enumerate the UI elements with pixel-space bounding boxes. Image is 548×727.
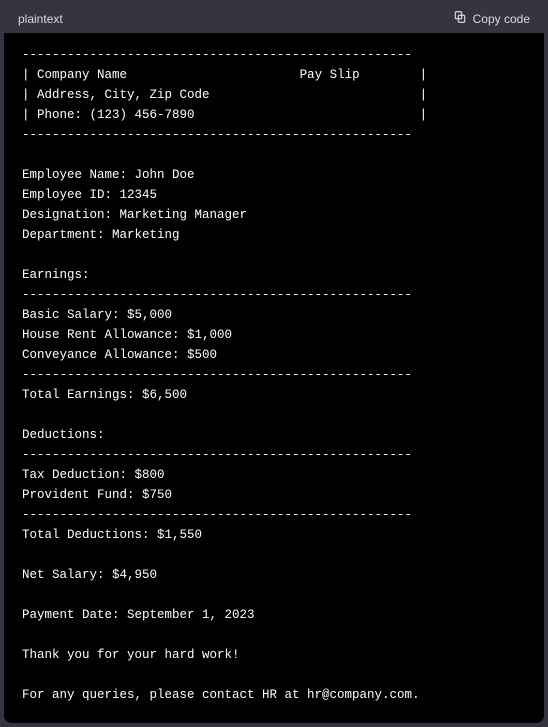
line: Provident Fund: [22, 488, 127, 502]
earnings-heading: Earnings:: [22, 268, 90, 282]
employee-id: 12345: [120, 188, 158, 202]
line: Tax Deduction: [22, 468, 120, 482]
thank-you: Thank you for your hard work!: [22, 648, 240, 662]
net-salary-label: Net Salary: [22, 568, 97, 582]
payment-date: September 1, 2023: [127, 608, 255, 622]
company-address: Address, City, Zip Code: [37, 88, 210, 102]
line: Basic Salary: [22, 308, 112, 322]
hr: ----------------------------------------…: [22, 368, 412, 382]
employee-name-label: Employee Name: [22, 168, 120, 182]
amount: $1,000: [187, 328, 232, 342]
deductions-heading: Deductions:: [22, 428, 105, 442]
code-block-header: plaintext Copy code: [4, 4, 544, 33]
contact-line: For any queries, please contact HR at hr…: [22, 688, 420, 702]
amount: $800: [135, 468, 165, 482]
copy-code-button[interactable]: Copy code: [453, 10, 530, 27]
hr: ----------------------------------------…: [22, 48, 412, 62]
total-deductions: $1,550: [157, 528, 202, 542]
code-content: ----------------------------------------…: [4, 33, 544, 723]
amount: $750: [142, 488, 172, 502]
amount: $500: [187, 348, 217, 362]
amount: $5,000: [127, 308, 172, 322]
line: Conveyance Allowance: [22, 348, 172, 362]
copy-code-label: Copy code: [473, 12, 530, 26]
total-deductions-label: Total Deductions: [22, 528, 142, 542]
total-earnings: $6,500: [142, 388, 187, 402]
clipboard-icon: [453, 10, 467, 27]
hr: ----------------------------------------…: [22, 128, 412, 142]
department-label: Department: [22, 228, 97, 242]
company-phone: Phone: (123) 456-7890: [37, 108, 195, 122]
line: House Rent Allowance: [22, 328, 172, 342]
hr: ----------------------------------------…: [22, 288, 412, 302]
hr: ----------------------------------------…: [22, 508, 412, 522]
document-title: Pay Slip: [300, 68, 360, 82]
hr: ----------------------------------------…: [22, 448, 412, 462]
employee-id-label: Employee ID: [22, 188, 105, 202]
total-earnings-label: Total Earnings: [22, 388, 127, 402]
employee-name: John Doe: [135, 168, 195, 182]
designation-label: Designation: [22, 208, 105, 222]
department: Marketing: [112, 228, 180, 242]
designation: Marketing Manager: [120, 208, 248, 222]
company-name: Company Name: [37, 68, 127, 82]
payment-date-label: Payment Date: [22, 608, 112, 622]
net-salary: $4,950: [112, 568, 157, 582]
language-label: plaintext: [18, 12, 63, 26]
